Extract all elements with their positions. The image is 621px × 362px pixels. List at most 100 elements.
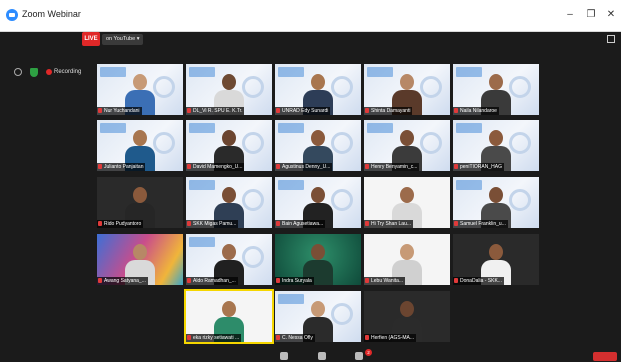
participant-tile[interactable]: Agustinus Denny_U... [275, 120, 361, 171]
participant-face [400, 130, 414, 146]
event-logo [189, 67, 215, 77]
participant-name-label: Agustinus Denny_U... [275, 163, 333, 171]
participant-tile[interactable]: Herfien (AGS-MA... [364, 291, 450, 342]
muted-mic-icon [187, 108, 191, 113]
participant-face [400, 187, 414, 203]
minimize-button[interactable]: – [560, 6, 580, 24]
muted-mic-icon [365, 221, 369, 226]
muted-mic-icon [276, 164, 280, 169]
end-button[interactable] [593, 352, 617, 361]
close-button[interactable]: ✕ [601, 6, 621, 24]
background-emblem [242, 189, 264, 211]
participant-face [400, 301, 414, 317]
participant-name-label: peniTIORAN_HAG [453, 163, 504, 171]
muted-mic-icon [276, 108, 280, 113]
background-emblem [420, 132, 442, 154]
participant-name: Indra Suryala [282, 278, 312, 284]
participant-name: David Mamengko_U... [193, 164, 243, 170]
event-logo [456, 123, 482, 133]
background-emblem [331, 189, 353, 211]
participant-tile[interactable]: Nur Yuchandani [97, 64, 183, 115]
participant-tile[interactable]: DonaDalia - SKK... [453, 234, 539, 285]
participant-name-label: C. Nessa Ofly [275, 334, 315, 342]
participant-name-label: DL_Vi R. SPU E. K.Tr. [186, 107, 245, 115]
participant-name-label: Hi Try Shan Lau... [364, 220, 414, 228]
event-logo [367, 67, 393, 77]
participant-face [222, 130, 236, 146]
participant-tile[interactable]: Julianto Panjaitan [97, 120, 183, 171]
youtube-dropdown[interactable]: on YouTube ▾ [102, 34, 144, 45]
participant-name-label: UNRAD Edy Sunardi [275, 107, 331, 115]
participant-name-label: Rido Pudyantoro [97, 220, 144, 228]
participant-face [133, 187, 147, 203]
participant-name-label: Herfien (AGS-MA... [364, 334, 417, 342]
muted-mic-icon [276, 335, 280, 340]
participant-tile[interactable]: Shinta Damayanti [364, 64, 450, 115]
participant-tile[interactable]: Henry Benyamin_c... [364, 120, 450, 171]
participant-tile[interactable]: Hi Try Shan Lau... [364, 177, 450, 228]
audio-icon[interactable] [280, 352, 288, 360]
event-logo [456, 180, 482, 190]
participant-face [311, 244, 325, 260]
maximize-button[interactable]: ❐ [581, 6, 601, 24]
participant-name-label: Lebu Wanita... [364, 277, 406, 285]
participant-name: Awang Satyana_... [104, 278, 146, 284]
participant-face [133, 244, 147, 260]
participant-name-label: Henry Benyamin_c... [364, 163, 420, 171]
bottom-controls-bar [0, 348, 621, 362]
participant-tile[interactable]: Samuel Franklin_u... [453, 177, 539, 228]
event-logo [189, 237, 215, 247]
participant-tile[interactable]: Rido Pudyantoro [97, 177, 183, 228]
participant-tile[interactable]: DL_Vi R. SPU E. K.Tr. [186, 64, 272, 115]
fullscreen-icon[interactable] [607, 35, 615, 43]
zoom-icon [6, 9, 18, 21]
muted-mic-icon [187, 335, 191, 340]
background-emblem [509, 76, 531, 98]
participant-tile[interactable]: SKK Migas Pamu... [186, 177, 272, 228]
participant-name: Rido Pudyantoro [104, 221, 142, 227]
participant-tile[interactable]: Indra Suryala [275, 234, 361, 285]
participant-name-label: Awang Satyana_... [97, 277, 148, 285]
participant-face [222, 244, 236, 260]
muted-mic-icon [365, 335, 369, 340]
participant-name: Herfien (AGS-MA... [371, 335, 415, 341]
muted-mic-icon [98, 164, 102, 169]
participant-name: C. Nessa Ofly [282, 335, 313, 341]
background-emblem [331, 132, 353, 154]
participant-face [311, 301, 325, 317]
participant-name: Samuel Franklin_u... [460, 221, 506, 227]
participant-tile[interactable]: Naila Nilandaroe [453, 64, 539, 115]
participant-name-label: Samuel Franklin_u... [453, 220, 508, 228]
muted-mic-icon [365, 108, 369, 113]
participant-name: Henry Benyamin_c... [371, 164, 418, 170]
shield-icon[interactable] [30, 68, 38, 77]
muted-mic-icon [454, 108, 458, 113]
participant-face [311, 187, 325, 203]
background-emblem [153, 76, 175, 98]
video-icon[interactable] [318, 352, 326, 360]
participant-tile[interactable]: UNRAD Edy Sunardi [275, 64, 361, 115]
participants-icon[interactable] [355, 352, 363, 360]
info-icon[interactable] [14, 68, 22, 76]
muted-mic-icon [98, 221, 102, 226]
participant-face [222, 187, 236, 203]
participant-tile[interactable]: David Mamengko_U... [186, 120, 272, 171]
participant-tile[interactable]: Awang Satyana_... [97, 234, 183, 285]
window-title: Zoom Webinar [22, 9, 81, 19]
muted-mic-icon [276, 278, 280, 283]
participant-name-label: Indra Suryala [275, 277, 314, 285]
participant-tile[interactable]: Lebu Wanita... [364, 234, 450, 285]
participant-tile[interactable]: C. Nessa Ofly [275, 291, 361, 342]
live-badge[interactable]: LIVE [82, 32, 100, 46]
background-emblem [242, 246, 264, 268]
participant-tile[interactable]: Bain Agusetiawa... [275, 177, 361, 228]
participant-name-label: Shinta Damayanti [364, 107, 413, 115]
background-emblem [331, 76, 353, 98]
participant-name: Naila Nilandaroe [460, 108, 497, 114]
participant-name: DL_Vi R. SPU E. K.Tr. [193, 108, 243, 114]
participant-tile[interactable]: eka rizky setiawati ... [184, 289, 274, 344]
participant-tile[interactable]: peniTIORAN_HAG [453, 120, 539, 171]
muted-mic-icon [187, 278, 191, 283]
participant-tile[interactable]: Aldo Ramadhan_... [186, 234, 272, 285]
participant-face [311, 130, 325, 146]
